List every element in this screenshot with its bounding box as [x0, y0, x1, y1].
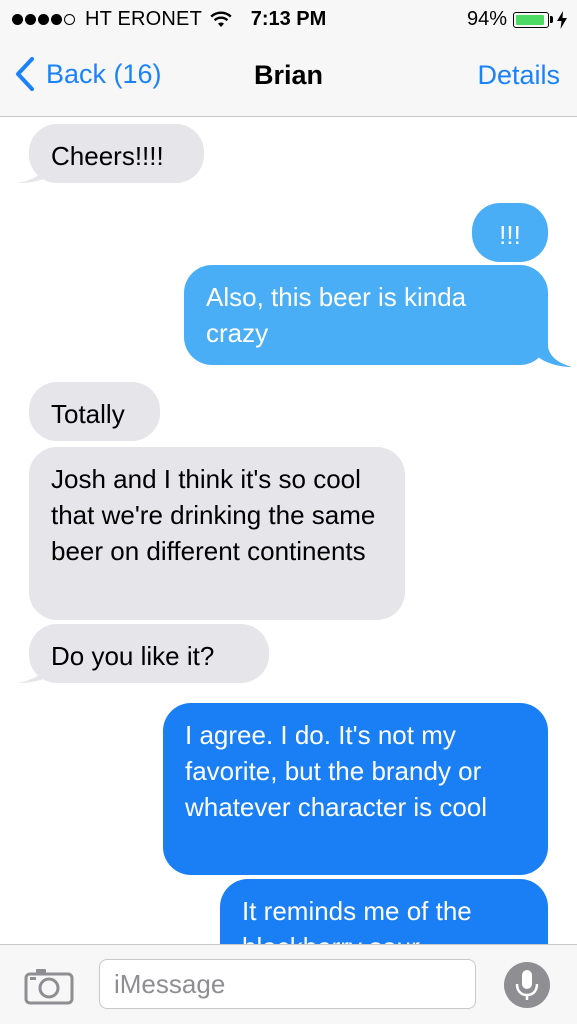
message-bubble-incoming[interactable]: Totally [29, 382, 160, 441]
message-bubble-incoming[interactable]: Cheers!!!! [29, 124, 204, 183]
status-right: 94% [467, 8, 567, 31]
nav-bar: Back (16) Brian Details [0, 40, 577, 117]
battery-percent: 94% [466, 8, 507, 30]
battery-fill [516, 14, 545, 25]
message-input[interactable] [99, 959, 476, 1009]
camera-icon[interactable] [24, 965, 74, 1005]
chevron-left-icon [16, 57, 34, 91]
back-button[interactable]: Back (16) [14, 56, 162, 92]
status-bar: HT ERONET 7:13 PM 94% [0, 0, 577, 40]
back-button-label: Back (16) [46, 58, 162, 89]
message-bubble-outgoing[interactable]: Also, this beer is kinda crazy [184, 265, 548, 365]
charging-bolt-icon [557, 10, 567, 29]
message-input-bar [0, 944, 577, 1024]
message-bubble-outgoing[interactable]: It reminds me of the blackberry sour [220, 879, 548, 944]
bubble-tail [534, 327, 572, 367]
conversation-thread[interactable]: Cheers!!!! !!! Also, this beer is kinda … [0, 117, 577, 944]
battery-icon [513, 11, 549, 28]
battery-tip [550, 16, 553, 23]
details-button[interactable]: Details [477, 60, 560, 91]
message-bubble-incoming[interactable]: Josh and I think it's so cool that we're… [29, 447, 405, 620]
message-bubble-outgoing[interactable]: I agree. I do. It's not my favorite, but… [163, 703, 548, 875]
message-bubble-incoming[interactable]: Do you like it? [29, 624, 269, 683]
microphone-icon[interactable] [504, 962, 550, 1008]
message-bubble-outgoing[interactable]: !!! [472, 203, 548, 262]
